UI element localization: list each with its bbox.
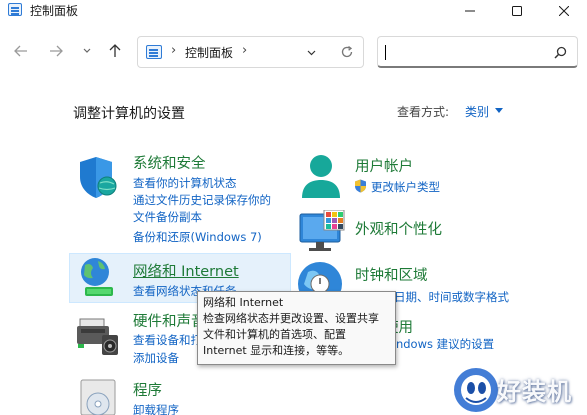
- search-box[interactable]: [377, 36, 578, 68]
- control-panel-location-icon: [146, 45, 162, 59]
- category-system-security[interactable]: 系统和安全: [133, 152, 206, 173]
- category-clock-region[interactable]: 时钟和区域: [355, 264, 428, 285]
- control-panel-app-icon: [8, 3, 22, 16]
- refresh-icon[interactable]: [340, 45, 354, 59]
- address-bar[interactable]: › 控制面板 ›: [137, 36, 364, 68]
- recent-chevron-icon: [83, 48, 91, 53]
- monitor-palette-icon[interactable]: [298, 210, 346, 254]
- watermark-text: 好装机: [497, 378, 572, 406]
- text-caret: [385, 45, 386, 60]
- title-bar: 控制面板: [0, 0, 587, 22]
- category-hardware-sound[interactable]: 硬件和声音: [133, 310, 206, 331]
- link-add-device[interactable]: 添加设备: [133, 350, 179, 366]
- back-arrow-icon: [14, 45, 27, 57]
- control-panel-window: 控制面板 › 控制面板 › 调整计算机的设置 查看方式: 类别 系统和安全 查看…: [0, 0, 587, 415]
- printer-speaker-icon[interactable]: [74, 313, 122, 361]
- user-account-icon[interactable]: [297, 152, 345, 202]
- category-programs[interactable]: 程序: [133, 379, 162, 400]
- link-file-history-cont[interactable]: 文件备份副本: [133, 209, 202, 225]
- uac-shield-icon: [355, 179, 366, 193]
- address-dropdown-chevron-icon: [307, 50, 315, 56]
- tooltip-line: 检查网络状态并更改设置、设置共享: [203, 312, 379, 325]
- category-user-accounts[interactable]: 用户帐户: [355, 155, 413, 176]
- window-title: 控制面板: [30, 4, 79, 18]
- search-icon[interactable]: [554, 46, 567, 59]
- close-button[interactable]: [541, 0, 587, 22]
- tooltip-title: 网络和 Internet: [203, 296, 284, 309]
- breadcrumb-separator: ›: [171, 43, 177, 58]
- view-by-label: 查看方式:: [397, 105, 450, 119]
- breadcrumb-separator-end[interactable]: ›: [242, 43, 247, 58]
- forward-button[interactable]: [46, 41, 66, 61]
- recent-locations-button[interactable]: [77, 41, 97, 61]
- link-change-account-type[interactable]: 更改帐户类型: [371, 179, 440, 195]
- close-icon: [559, 6, 569, 16]
- shield-icon[interactable]: [74, 153, 122, 201]
- maximize-button[interactable]: [494, 0, 540, 22]
- link-backup-restore[interactable]: 备份和还原(Windows 7): [133, 229, 262, 245]
- programs-disc-icon[interactable]: [77, 378, 121, 415]
- minimize-button[interactable]: [447, 0, 493, 22]
- up-button[interactable]: [105, 41, 125, 61]
- maximize-icon: [512, 6, 522, 16]
- view-by-dropdown[interactable]: 类别: [465, 103, 489, 120]
- back-button[interactable]: [11, 41, 31, 61]
- link-view-computer-status[interactable]: 查看你的计算机状态: [133, 175, 237, 191]
- forward-arrow-icon: [50, 45, 63, 57]
- minimize-icon: [465, 10, 475, 12]
- category-appearance-personalization[interactable]: 外观和个性化: [355, 218, 442, 239]
- category-network-internet[interactable]: 网络和 Internet: [133, 260, 239, 281]
- up-arrow-icon: [109, 44, 121, 57]
- link-uninstall-program[interactable]: 卸载程序: [133, 402, 179, 415]
- address-dropdown-button[interactable]: [299, 41, 323, 65]
- network-tooltip: 网络和 Internet 检查网络状态并更改设置、设置共享 文件和计算机的首选项…: [197, 291, 396, 365]
- network-globe-icon[interactable]: [73, 255, 121, 303]
- page-heading: 调整计算机的设置: [73, 106, 185, 122]
- tooltip-line: 文件和计算机的首选项、配置: [203, 328, 346, 341]
- breadcrumb-control-panel[interactable]: 控制面板: [185, 44, 233, 61]
- link-file-history[interactable]: 通过文件历史记录保存你的: [133, 192, 271, 208]
- tooltip-line: Internet 显示和连接，等等。: [203, 344, 350, 357]
- view-by-chevron-icon[interactable]: [495, 108, 503, 113]
